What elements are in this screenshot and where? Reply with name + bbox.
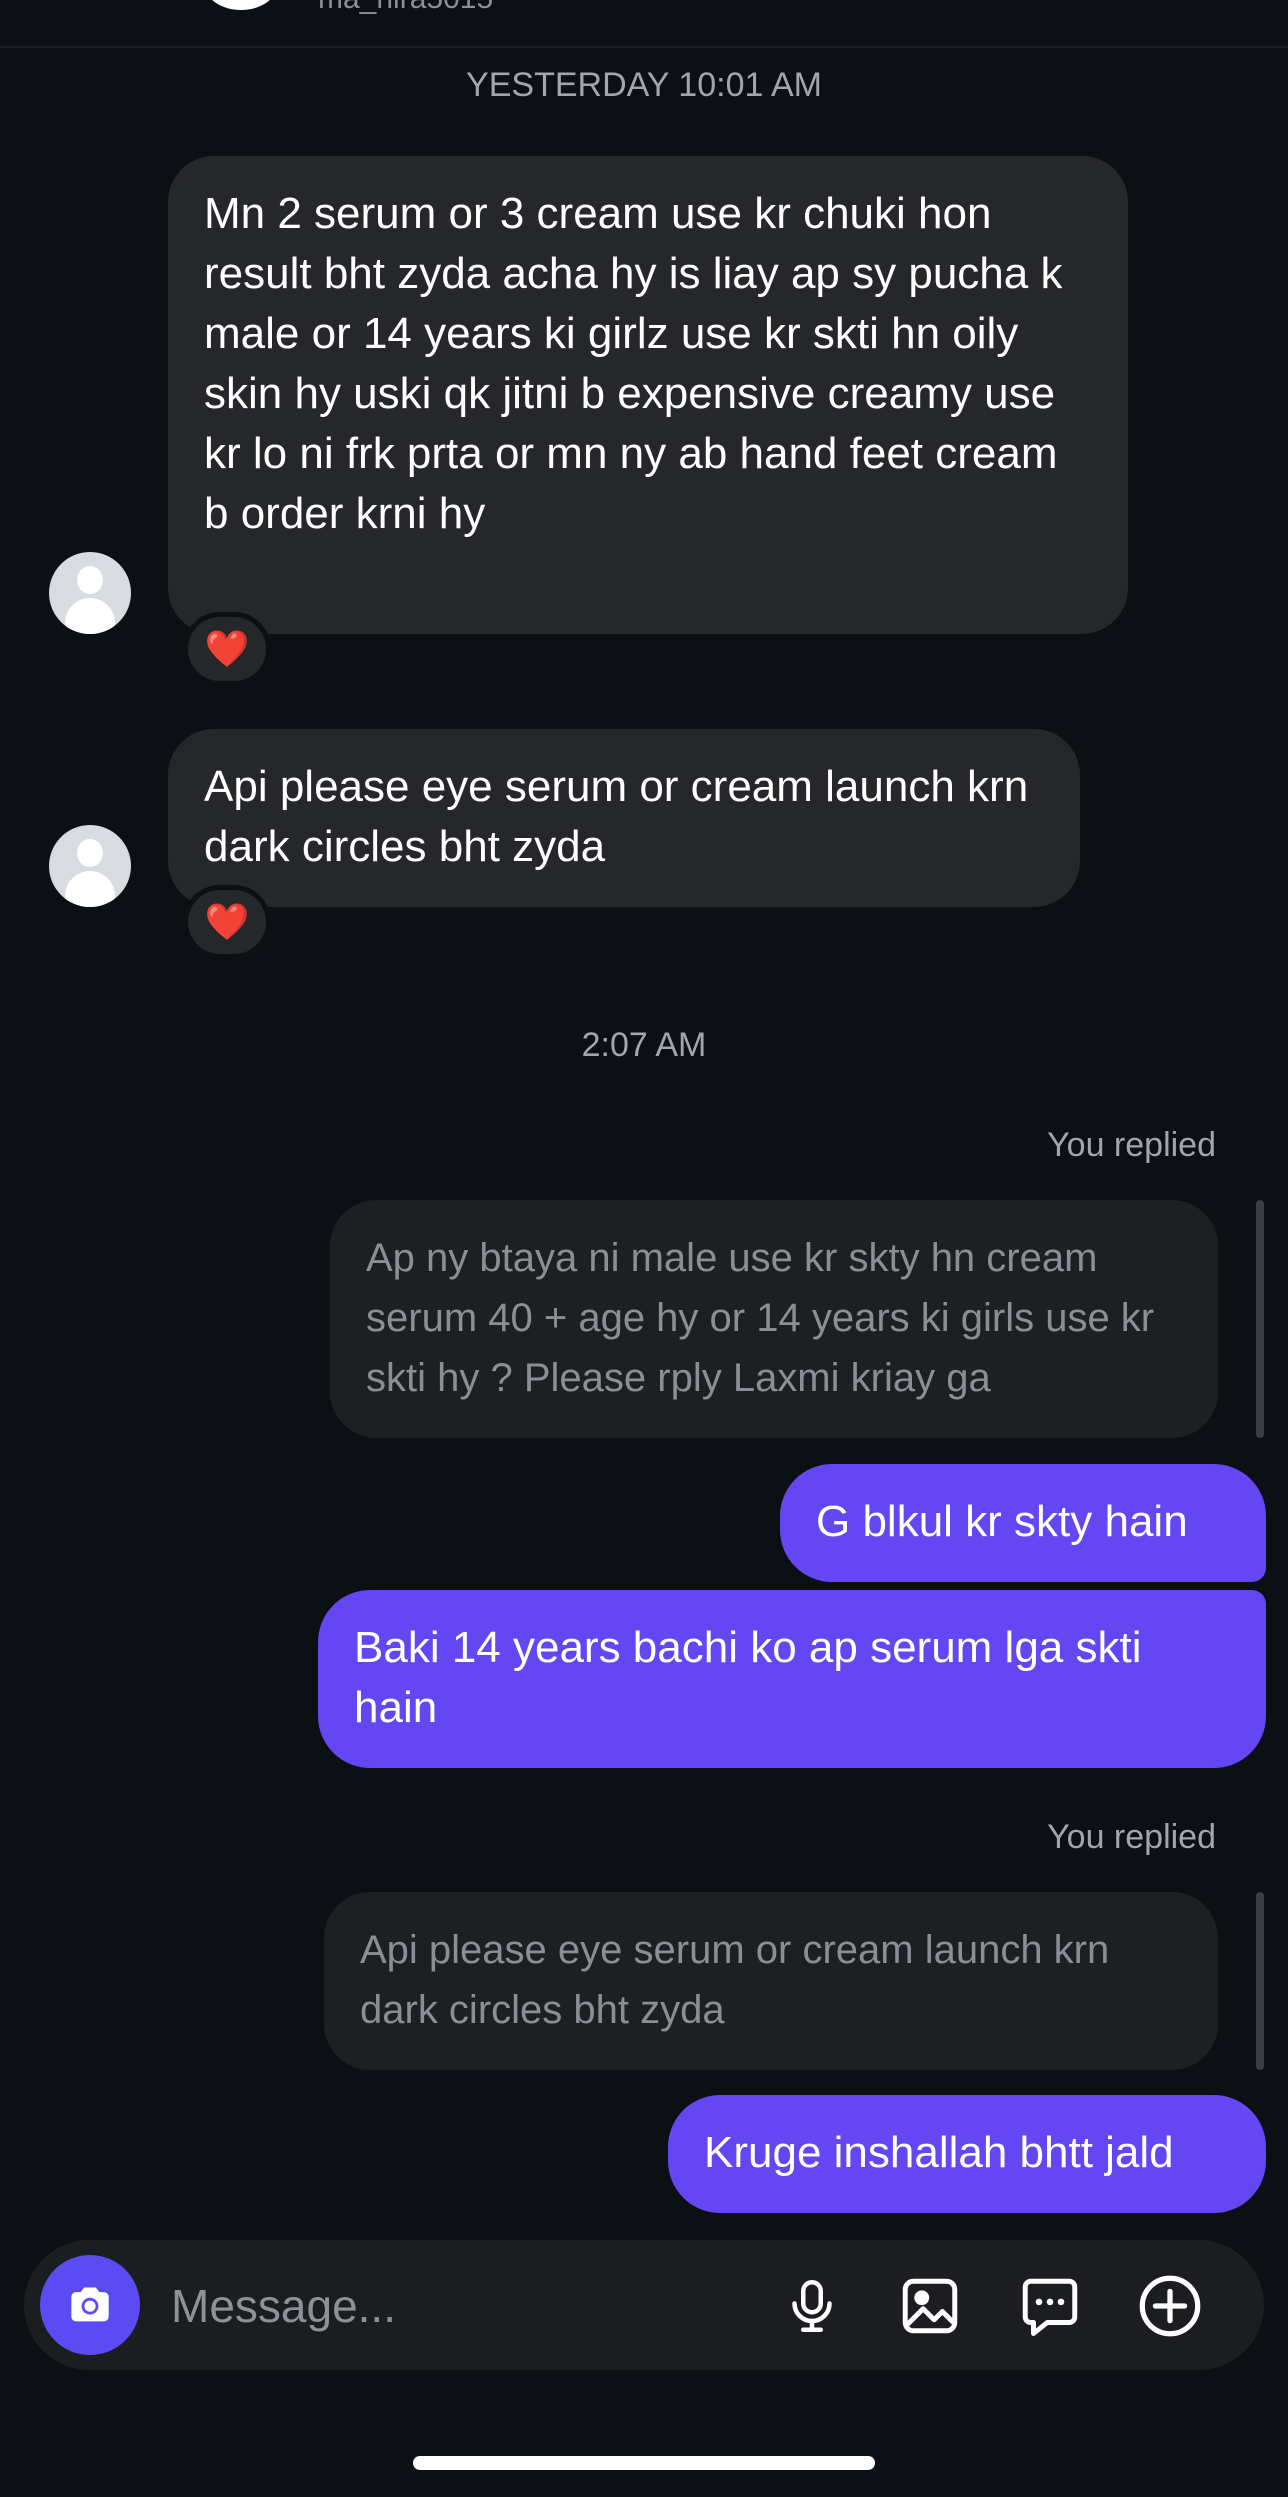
microphone-icon	[792, 2280, 832, 2332]
incoming-message-bubble[interactable]: Api please eye serum or cream launch krn…	[168, 729, 1080, 907]
quote-indicator-bar	[1256, 1892, 1264, 2070]
quote-indicator-bar	[1256, 1200, 1264, 1438]
plus-icon	[1139, 2275, 1201, 2337]
heart-reaction[interactable]: ❤️	[183, 885, 271, 959]
header-username[interactable]: ma_hira5015	[318, 0, 493, 16]
sender-avatar[interactable]	[49, 825, 131, 907]
outgoing-message-bubble[interactable]: Kruge inshallah bhtt jald	[668, 2095, 1266, 2213]
quoted-message[interactable]: Ap ny btaya ni male use kr skty hn cream…	[330, 1200, 1218, 1438]
heart-emoji: ❤️	[204, 628, 250, 669]
camera-button[interactable]	[40, 2255, 140, 2355]
quoted-text: Ap ny btaya ni male use kr skty hn cream…	[366, 1236, 1155, 1400]
outgoing-message-bubble[interactable]: Baki 14 years bachi ko ap serum lga skti…	[318, 1590, 1266, 1768]
gallery-button[interactable]	[894, 2270, 966, 2342]
message-text: Mn 2 serum or 3 cream use kr chuki hon r…	[204, 189, 1063, 538]
message-composer	[24, 2240, 1264, 2370]
incoming-message-bubble[interactable]: Mn 2 serum or 3 cream use kr chuki hon r…	[168, 156, 1128, 634]
add-button[interactable]	[1134, 2270, 1206, 2342]
you-replied-label: You replied	[1047, 1818, 1216, 1856]
timestamp: YESTERDAY 10:01 AM	[466, 66, 822, 104]
gallery-icon	[902, 2278, 958, 2334]
message-text: Kruge inshallah bhtt jald	[704, 2128, 1174, 2177]
quoted-message[interactable]: Api please eye serum or cream launch krn…	[324, 1892, 1218, 2070]
outgoing-message-bubble[interactable]: G blkul kr skty hain	[780, 1464, 1266, 1582]
camera-icon	[71, 2287, 109, 2322]
sticker-icon	[1022, 2278, 1078, 2336]
home-indicator[interactable]	[413, 2456, 875, 2470]
message-text: Api please eye serum or cream launch krn…	[204, 762, 1029, 871]
heart-emoji: ❤️	[204, 901, 250, 942]
quoted-text: Api please eye serum or cream launch krn…	[360, 1928, 1110, 2032]
you-replied-label: You replied	[1047, 1126, 1216, 1164]
timestamp: 2:07 AM	[581, 1026, 707, 1064]
message-text: G blkul kr skty hain	[816, 1497, 1188, 1546]
message-text: Baki 14 years bachi ko ap serum lga skti…	[354, 1623, 1142, 1732]
microphone-button[interactable]	[776, 2270, 848, 2342]
header-avatar[interactable]	[205, 0, 277, 10]
sticker-button[interactable]	[1014, 2270, 1086, 2342]
heart-reaction[interactable]: ❤️	[183, 612, 271, 686]
sender-avatar[interactable]	[49, 552, 131, 634]
chat-header: ma_hira5015	[0, 0, 1288, 48]
message-input[interactable]	[169, 2273, 733, 2339]
